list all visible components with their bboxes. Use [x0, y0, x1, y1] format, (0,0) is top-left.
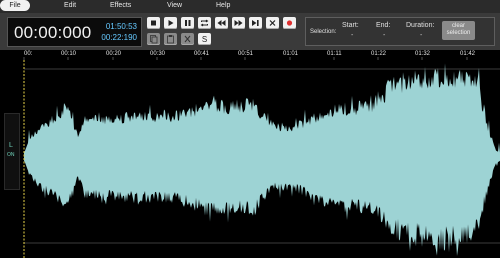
copy-button[interactable] — [147, 33, 160, 45]
cursor-position: 00:22:190 — [101, 33, 137, 42]
svg-text:S: S — [202, 35, 207, 44]
start-value: - — [351, 32, 354, 39]
close-icon — [269, 20, 276, 26]
loop-button[interactable] — [198, 17, 211, 29]
copy-icon — [150, 35, 158, 44]
waveform-canvas[interactable] — [0, 60, 500, 258]
waveform — [24, 63, 500, 257]
end-value: - — [383, 32, 386, 39]
close-button[interactable] — [266, 17, 279, 29]
clear-selection-button[interactable]: clear selection — [442, 21, 475, 40]
clear-label: clear — [451, 23, 465, 29]
cut-button[interactable] — [181, 33, 194, 45]
cut-icon — [184, 35, 191, 43]
play-button[interactable] — [164, 17, 177, 29]
channel-state: ON — [7, 152, 15, 158]
selection-panel: Selection: Start: - End: - Duration: - c… — [305, 17, 495, 46]
time-display: 00:00:000 01:50:53 00:22:190 — [7, 17, 142, 47]
current-time: 00:00:000 — [14, 23, 92, 42]
silence-icon: S — [202, 35, 207, 44]
waveform-svg — [23, 60, 500, 258]
menu-effects[interactable]: Effects — [110, 2, 131, 9]
play-icon — [168, 20, 174, 26]
rewind-icon — [217, 20, 226, 26]
record-icon — [286, 20, 293, 26]
paste-button[interactable] — [164, 33, 177, 45]
loop-icon — [200, 19, 209, 27]
pause-icon — [185, 20, 191, 26]
duration-label: Duration: — [406, 22, 435, 29]
duration-value: - — [420, 32, 423, 39]
menu-edit[interactable]: Edit — [64, 2, 76, 9]
skip-end-button[interactable] — [249, 17, 262, 29]
selection-label-2: selection — [446, 30, 471, 36]
stop-icon — [151, 20, 156, 26]
stop-button[interactable] — [147, 17, 160, 29]
timeline-ruler[interactable]: 00: 00:10 00:20 00:30 00:41 00:51 01:01 … — [0, 50, 500, 60]
menu-view[interactable]: View — [167, 2, 182, 9]
silence-button[interactable]: S — [198, 33, 211, 45]
menu-file[interactable]: File — [0, 0, 30, 11]
paste-icon — [167, 35, 174, 44]
total-duration: 01:50:53 — [105, 22, 137, 31]
menu-bar: File Edit Effects View Help — [0, 0, 500, 13]
fast-forward-icon — [234, 20, 243, 26]
menu-help[interactable]: Help — [216, 2, 230, 9]
pause-button[interactable] — [181, 17, 194, 29]
skip-end-icon — [252, 20, 259, 26]
selection-label: Selection: — [310, 29, 337, 35]
rewind-button[interactable] — [215, 17, 228, 29]
fast-forward-button[interactable] — [232, 17, 245, 29]
ruler-ticks — [23, 57, 468, 60]
channel-name: L — [9, 142, 13, 149]
start-label: Start: — [342, 22, 359, 29]
record-button[interactable] — [283, 17, 296, 29]
end-label: End: — [376, 22, 391, 29]
channel-label-panel[interactable]: L ON — [4, 113, 20, 190]
